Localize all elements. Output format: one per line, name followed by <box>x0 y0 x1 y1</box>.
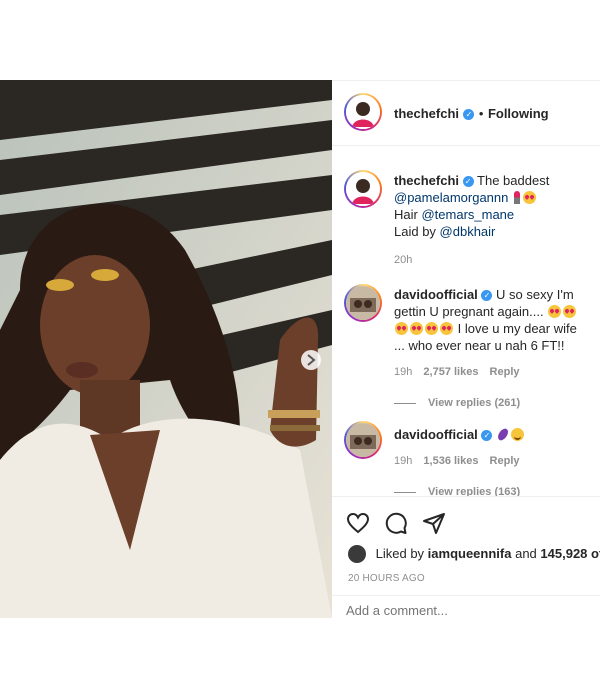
author-avatar[interactable] <box>344 93 382 131</box>
following-button[interactable]: Following <box>488 106 549 121</box>
lipstick-emoji-icon <box>514 191 520 204</box>
view-replies[interactable]: View replies (261) <box>394 395 590 412</box>
caption-avatar[interactable] <box>344 170 382 208</box>
comment-username[interactable]: davidoofficial <box>394 427 478 442</box>
comment-meta: 19h 2,757 likes Reply <box>394 364 590 381</box>
photo-illustration <box>0 80 332 618</box>
comment-box <box>332 595 600 619</box>
caption-intro: The baddest <box>477 173 550 188</box>
avatar-illustration <box>346 95 380 129</box>
likes-row: Liked by iamqueennifa and 145,928 others <box>348 545 600 563</box>
heart-eyes-emoji-icon <box>410 322 423 335</box>
verified-icon: ✓ <box>462 176 474 187</box>
heart-eyes-emoji-icon <box>563 305 577 318</box>
likes-count[interactable]: 145,928 others <box>540 546 600 561</box>
comment-icon[interactable] <box>384 511 408 540</box>
instagram-post: thechefchi ✓ • Following thechefchi ✓ Th… <box>0 80 600 619</box>
comment-time: 19h <box>394 366 413 378</box>
header-separator: • <box>478 106 484 121</box>
heart-eyes-emoji-icon <box>425 322 438 335</box>
comment-glyph <box>385 512 407 534</box>
header-text: thechefchi ✓ • Following <box>394 105 549 123</box>
replies-line <box>394 491 416 493</box>
header-username[interactable]: thechefchi <box>394 106 459 121</box>
post-timestamp: 20 HOURS AGO <box>348 573 425 584</box>
verified-icon: ✓ <box>463 109 475 120</box>
caption-time: 20h <box>394 254 413 266</box>
heart-icon[interactable] <box>346 511 370 540</box>
smiling-emoji-icon <box>511 428 525 441</box>
post-side-panel: thechefchi ✓ • Following thechefchi ✓ Th… <box>332 80 600 619</box>
reply-button[interactable]: Reply <box>490 366 520 378</box>
comment-input[interactable] <box>344 602 588 619</box>
heart-glyph <box>346 512 370 534</box>
likes-prefix: Liked by <box>375 546 425 561</box>
comment-likes[interactable]: 2,757 likes <box>423 366 478 378</box>
avatar-illustration <box>346 286 380 320</box>
heart-eyes-emoji-icon <box>548 305 562 318</box>
caption: thechefchi ✓ The baddest @pamelamorgannn… <box>394 172 590 269</box>
comment: davidoofficial ✓ U so sexy I'm gettin U … <box>394 286 590 412</box>
commenter-avatar[interactable] <box>344 284 382 322</box>
avatar-illustration <box>346 423 380 457</box>
view-replies-label[interactable]: View replies (163) <box>428 486 520 496</box>
verified-icon: ✓ <box>481 430 493 441</box>
next-arrow-icon[interactable] <box>301 350 321 370</box>
mention-link[interactable]: @dbkhair <box>440 224 496 239</box>
comment: davidoofficial ✓ 19h 1,536 likes Reply V… <box>394 426 590 496</box>
post-actions: Liked by iamqueennifa and 145,928 others… <box>332 496 600 619</box>
share-glyph <box>423 513 445 534</box>
mention-link[interactable]: @temars_mane <box>421 207 514 222</box>
liker-avatar[interactable] <box>348 545 366 563</box>
post-header: thechefchi ✓ • Following <box>332 81 600 146</box>
verified-icon: ✓ <box>481 290 493 301</box>
caption-username[interactable]: thechefchi <box>394 173 459 188</box>
comment-meta: 19h 1,536 likes Reply <box>394 453 590 470</box>
caption-hair-label: Hair <box>394 207 418 222</box>
replies-line <box>394 402 416 404</box>
heart-eyes-emoji-icon <box>523 191 536 204</box>
commenter-avatar[interactable] <box>344 421 382 459</box>
comments-list[interactable]: thechefchi ✓ The baddest @pamelamorgannn… <box>332 146 600 496</box>
share-icon[interactable] <box>422 511 446 540</box>
likes-conj: and <box>515 546 537 561</box>
view-replies[interactable]: View replies (163) <box>394 484 590 496</box>
heart-eyes-emoji-icon <box>395 322 408 335</box>
comment-likes[interactable]: 1,536 likes <box>423 455 478 467</box>
caption-laid-label: Laid by <box>394 224 436 239</box>
liker-username[interactable]: iamqueennifa <box>428 546 512 561</box>
heart-eyes-emoji-icon <box>440 322 453 335</box>
post-photo[interactable] <box>0 80 332 618</box>
mention-link[interactable]: @pamelamorgannn <box>394 190 508 205</box>
view-replies-label[interactable]: View replies (261) <box>428 397 520 409</box>
reply-button[interactable]: Reply <box>490 455 520 467</box>
comment-time: 19h <box>394 455 413 467</box>
comment-username[interactable]: davidoofficial <box>394 287 478 302</box>
eggplant-emoji-icon <box>496 426 511 443</box>
avatar-illustration <box>346 172 380 206</box>
